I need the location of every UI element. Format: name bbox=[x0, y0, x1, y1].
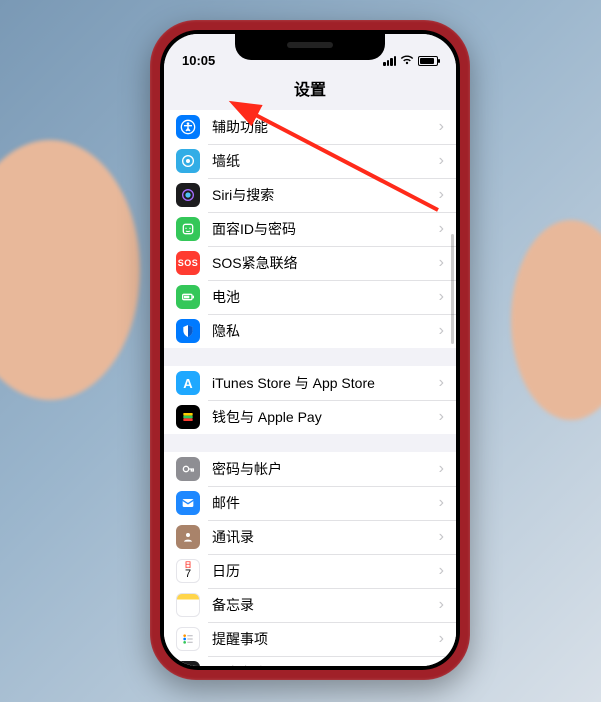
chevron-right-icon: › bbox=[439, 494, 444, 512]
settings-row-app-store[interactable]: A iTunes Store 与 App Store › bbox=[164, 366, 456, 400]
passwords-icon bbox=[176, 457, 200, 481]
settings-list[interactable]: 辅助功能 › 墙纸 › Siri与搜索 › 面容ID与密码 › SOS SOS紧… bbox=[164, 110, 456, 666]
settings-row-notes[interactable]: 备忘录 › bbox=[164, 588, 456, 622]
status-time: 10:05 bbox=[182, 53, 215, 68]
row-label: Siri与搜索 bbox=[212, 185, 439, 205]
chevron-right-icon: › bbox=[439, 562, 444, 580]
app-store-icon: A bbox=[176, 371, 200, 395]
siri-icon bbox=[176, 183, 200, 207]
wallpaper-icon bbox=[176, 149, 200, 173]
reminders-icon bbox=[176, 627, 200, 651]
row-label: 通讯录 bbox=[212, 527, 439, 547]
faceid-icon bbox=[176, 217, 200, 241]
settings-row-contacts[interactable]: 通讯录 › bbox=[164, 520, 456, 554]
row-label: 日历 bbox=[212, 561, 439, 581]
chevron-right-icon: › bbox=[439, 220, 444, 238]
chevron-right-icon: › bbox=[439, 186, 444, 204]
calendar-icon: 日7 bbox=[176, 559, 200, 583]
row-label: iTunes Store 与 App Store bbox=[212, 373, 439, 393]
chevron-right-icon: › bbox=[439, 630, 444, 648]
page-title: 设置 bbox=[164, 70, 456, 110]
row-label: 密码与帐户 bbox=[212, 459, 439, 479]
row-label: 语音备忘录 bbox=[212, 663, 439, 666]
chevron-right-icon: › bbox=[439, 664, 444, 666]
settings-row-wallet[interactable]: 钱包与 Apple Pay › bbox=[164, 400, 456, 434]
contacts-icon bbox=[176, 525, 200, 549]
phone-bezel: 10:05 设置 辅助功能 › 墙纸 › Siri与搜索 › 面容 bbox=[160, 30, 460, 670]
row-label: 墙纸 bbox=[212, 151, 439, 171]
row-label: 钱包与 Apple Pay bbox=[212, 407, 439, 427]
wallet-icon bbox=[176, 405, 200, 429]
row-label: 电池 bbox=[212, 287, 439, 307]
row-label: 备忘录 bbox=[212, 595, 439, 615]
chevron-right-icon: › bbox=[439, 322, 444, 340]
battery-icon bbox=[176, 285, 200, 309]
row-label: 隐私 bbox=[212, 321, 439, 341]
chevron-right-icon: › bbox=[439, 118, 444, 136]
privacy-icon bbox=[176, 319, 200, 343]
settings-row-voice-memos[interactable]: 语音备忘录 › bbox=[164, 656, 456, 666]
scroll-indicator bbox=[451, 234, 454, 344]
row-label: 邮件 bbox=[212, 493, 439, 513]
settings-row-wallpaper[interactable]: 墙纸 › bbox=[164, 144, 456, 178]
signal-icon bbox=[383, 56, 396, 66]
chevron-right-icon: › bbox=[439, 152, 444, 170]
notch bbox=[235, 34, 385, 60]
battery-icon bbox=[418, 56, 438, 66]
settings-row-battery[interactable]: 电池 › bbox=[164, 280, 456, 314]
settings-row-passwords[interactable]: 密码与帐户 › bbox=[164, 452, 456, 486]
hand-shape bbox=[511, 220, 601, 420]
chevron-right-icon: › bbox=[439, 288, 444, 306]
settings-row-siri[interactable]: Siri与搜索 › bbox=[164, 178, 456, 212]
chevron-right-icon: › bbox=[439, 596, 444, 614]
chevron-right-icon: › bbox=[439, 374, 444, 392]
accessibility-icon bbox=[176, 115, 200, 139]
mail-icon bbox=[176, 491, 200, 515]
voice-memos-icon bbox=[176, 661, 200, 666]
settings-row-mail[interactable]: 邮件 › bbox=[164, 486, 456, 520]
chevron-right-icon: › bbox=[439, 408, 444, 426]
settings-row-reminders[interactable]: 提醒事项 › bbox=[164, 622, 456, 656]
settings-row-accessibility[interactable]: 辅助功能 › bbox=[164, 110, 456, 144]
settings-row-calendar[interactable]: 日7 日历 › bbox=[164, 554, 456, 588]
notes-icon bbox=[176, 593, 200, 617]
chevron-right-icon: › bbox=[439, 254, 444, 272]
row-label: 面容ID与密码 bbox=[212, 219, 439, 239]
sos-icon: SOS bbox=[176, 251, 200, 275]
phone-frame: 10:05 设置 辅助功能 › 墙纸 › Siri与搜索 › 面容 bbox=[150, 20, 470, 680]
chevron-right-icon: › bbox=[439, 460, 444, 478]
screen: 10:05 设置 辅助功能 › 墙纸 › Siri与搜索 › 面容 bbox=[164, 34, 456, 666]
settings-row-faceid[interactable]: 面容ID与密码 › bbox=[164, 212, 456, 246]
wifi-icon bbox=[400, 54, 414, 68]
row-label: 提醒事项 bbox=[212, 629, 439, 649]
hand-shape bbox=[0, 140, 140, 400]
row-label: SOS紧急联络 bbox=[212, 253, 439, 273]
row-label: 辅助功能 bbox=[212, 117, 439, 137]
chevron-right-icon: › bbox=[439, 528, 444, 546]
settings-row-privacy[interactable]: 隐私 › bbox=[164, 314, 456, 348]
settings-row-sos[interactable]: SOS SOS紧急联络 › bbox=[164, 246, 456, 280]
